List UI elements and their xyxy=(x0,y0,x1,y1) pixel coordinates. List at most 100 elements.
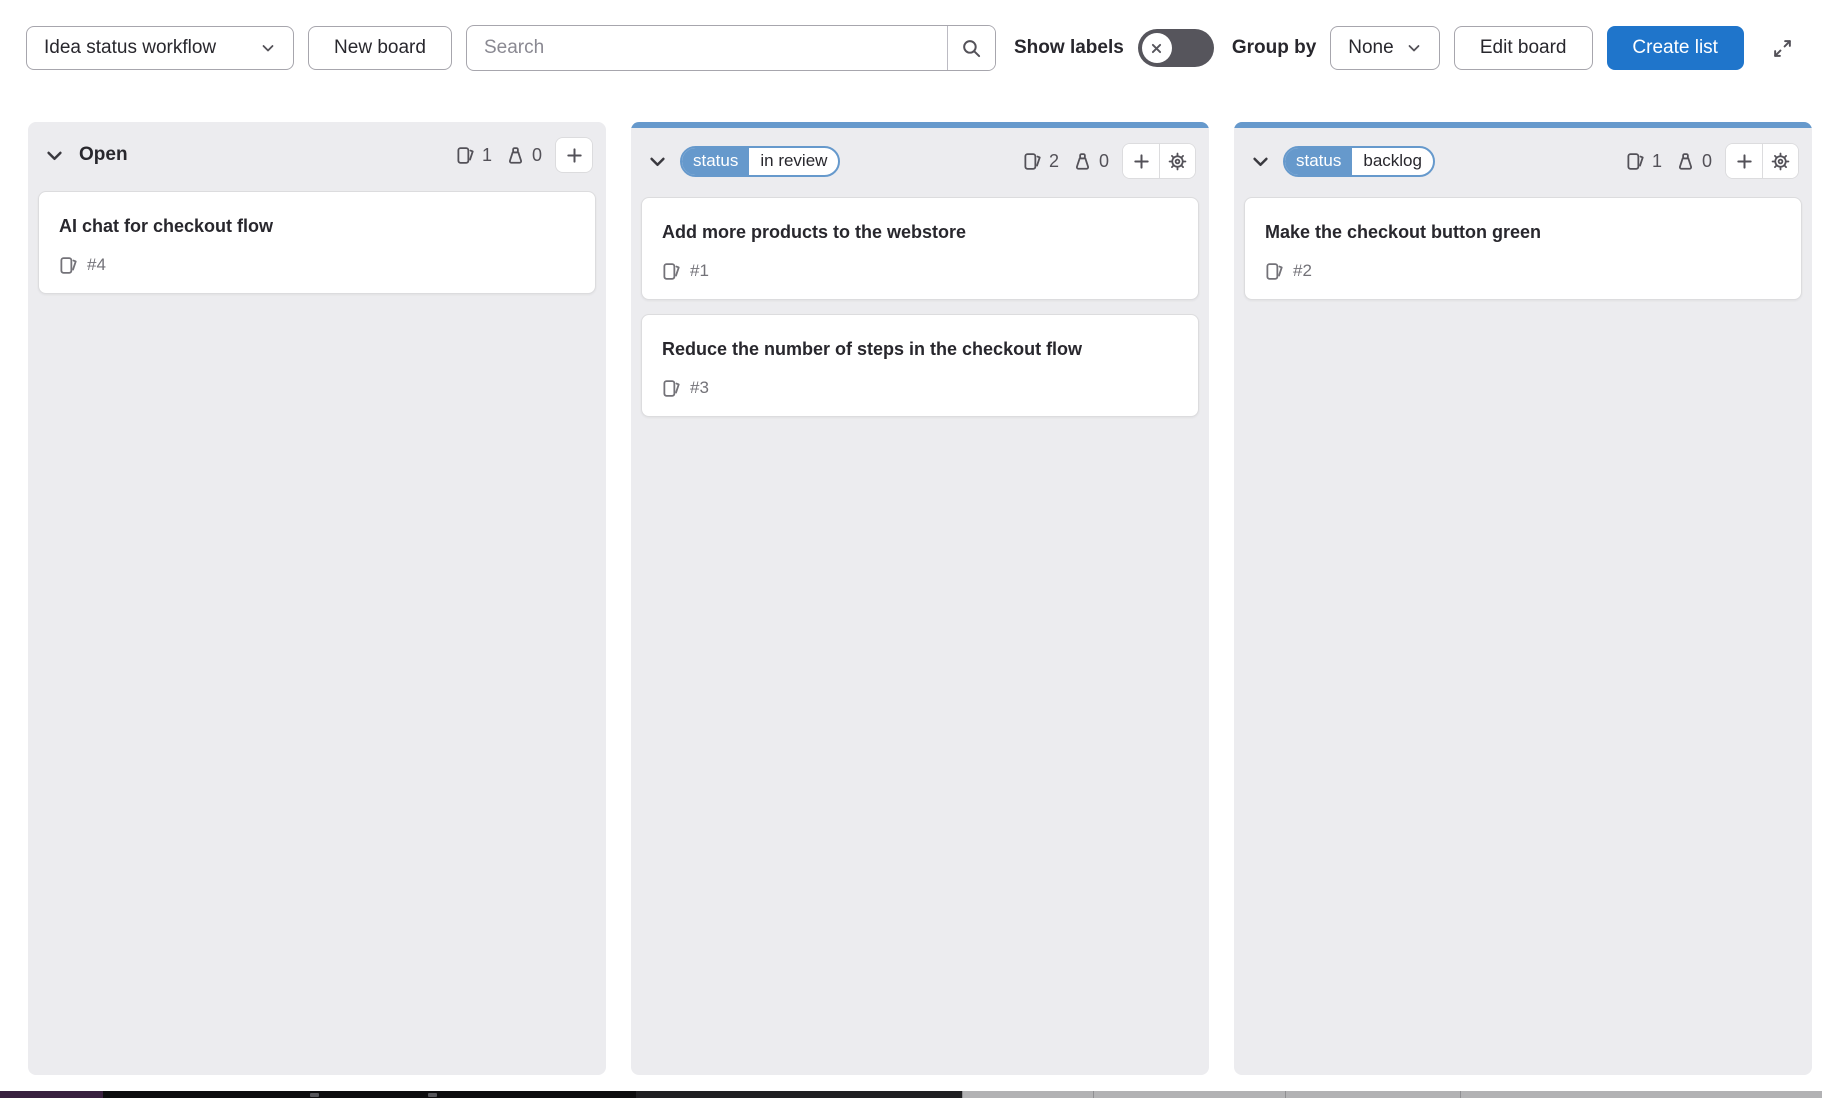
card-ref: #3 xyxy=(690,378,709,398)
column-header: status in review 2 0 xyxy=(631,128,1209,191)
new-board-button[interactable]: New board xyxy=(308,26,452,70)
card-meta: #2 xyxy=(1265,261,1781,281)
weight-count-group: 0 xyxy=(1676,151,1712,172)
issue-type-icon xyxy=(59,256,78,275)
taskbar-mark xyxy=(428,1093,437,1097)
edit-board-label: Edit board xyxy=(1480,37,1567,59)
plus-icon xyxy=(1735,152,1754,171)
plus-icon xyxy=(1132,152,1151,171)
add-issue-button[interactable] xyxy=(556,138,592,172)
board: Open 1 0 xyxy=(28,122,1822,1075)
card-title[interactable]: Add more products to the webstore xyxy=(662,219,1102,245)
issue-count: 1 xyxy=(1652,151,1662,172)
card-title[interactable]: Make the checkout button green xyxy=(1265,219,1705,245)
label-value: backlog xyxy=(1352,148,1433,175)
board-column: Open 1 0 xyxy=(28,122,606,1075)
issue-type-icon xyxy=(1265,262,1284,281)
issue-type-icon xyxy=(662,262,681,281)
card-list: Make the checkout button green #2 xyxy=(1234,191,1812,310)
list-actions-group xyxy=(1122,143,1196,179)
card[interactable]: Add more products to the webstore #1 xyxy=(641,197,1199,300)
card-ref: #1 xyxy=(690,261,709,281)
taskbar-separator xyxy=(1460,1091,1461,1098)
taskbar-strip xyxy=(0,1091,1822,1098)
card-title[interactable]: Reduce the number of steps in the checko… xyxy=(662,336,1102,362)
x-icon xyxy=(1148,40,1165,57)
chevron-down-icon xyxy=(1250,151,1271,172)
card-list: AI chat for checkout flow #4 xyxy=(28,185,606,304)
weight-count: 0 xyxy=(1099,151,1109,172)
issues-icon xyxy=(456,146,475,165)
search-icon xyxy=(961,38,982,59)
board-switcher-button[interactable]: Idea status workflow xyxy=(26,26,294,70)
board-toolbar: Idea status workflow New board Show labe… xyxy=(0,0,1822,96)
gear-icon xyxy=(1168,152,1187,171)
card[interactable]: AI chat for checkout flow #4 xyxy=(38,191,596,294)
weight-count-group: 0 xyxy=(506,145,542,166)
column-scoped-label[interactable]: status backlog xyxy=(1283,146,1435,177)
show-labels-toggle[interactable] xyxy=(1138,29,1214,67)
taskbar-mark xyxy=(310,1093,319,1097)
label-scope: status xyxy=(1285,148,1352,175)
issue-count: 2 xyxy=(1049,151,1059,172)
new-board-label: New board xyxy=(334,37,426,59)
issues-count-group: 1 xyxy=(456,145,492,166)
collapse-column-button[interactable] xyxy=(645,149,670,174)
toggle-knob xyxy=(1142,33,1172,63)
card-title[interactable]: AI chat for checkout flow xyxy=(59,213,499,239)
fullscreen-button[interactable] xyxy=(1768,34,1797,63)
card-ref: #2 xyxy=(1293,261,1312,281)
issue-type-icon xyxy=(662,379,681,398)
card-meta: #3 xyxy=(662,378,1178,398)
list-settings-button[interactable] xyxy=(1159,144,1195,178)
board-column: status backlog 1 0 xyxy=(1234,122,1812,1075)
issues-count-group: 2 xyxy=(1023,151,1059,172)
chevron-down-icon xyxy=(260,40,276,56)
list-actions-group xyxy=(1725,143,1799,179)
issues-icon xyxy=(1023,152,1042,171)
taskbar-separator xyxy=(1285,1091,1286,1098)
taskbar-separator xyxy=(1093,1091,1094,1098)
card-meta: #4 xyxy=(59,255,575,275)
show-labels-label: Show labels xyxy=(1014,37,1124,59)
column-header: Open 1 0 xyxy=(28,122,606,185)
weight-icon xyxy=(1073,152,1092,171)
create-list-button[interactable]: Create list xyxy=(1607,26,1744,70)
create-list-label: Create list xyxy=(1632,37,1718,58)
column-scoped-label[interactable]: status in review xyxy=(680,146,840,177)
column-title: Open xyxy=(79,144,128,166)
chevron-down-icon xyxy=(647,151,668,172)
taskbar-separator xyxy=(962,1091,963,1098)
chevron-down-icon xyxy=(44,145,65,166)
group-by-dropdown[interactable]: None xyxy=(1330,26,1439,70)
edit-board-button[interactable]: Edit board xyxy=(1454,26,1593,70)
weight-icon xyxy=(1676,152,1695,171)
weight-count-group: 0 xyxy=(1073,151,1109,172)
card[interactable]: Make the checkout button green #2 xyxy=(1244,197,1802,300)
add-issue-button[interactable] xyxy=(1726,144,1762,178)
label-scope: status xyxy=(682,148,749,175)
plus-icon xyxy=(565,146,584,165)
weight-count: 0 xyxy=(1702,151,1712,172)
weight-icon xyxy=(506,146,525,165)
label-value: in review xyxy=(749,148,838,175)
list-actions-group xyxy=(555,137,593,173)
chevron-down-icon xyxy=(1406,40,1422,56)
card[interactable]: Reduce the number of steps in the checko… xyxy=(641,314,1199,417)
search-button[interactable] xyxy=(947,26,995,70)
board-column: status in review 2 0 xyxy=(631,122,1209,1075)
card-list: Add more products to the webstore #1 Red… xyxy=(631,191,1209,427)
card-meta: #1 xyxy=(662,261,1178,281)
collapse-column-button[interactable] xyxy=(42,143,67,168)
list-settings-button[interactable] xyxy=(1762,144,1798,178)
group-by-value: None xyxy=(1348,37,1393,59)
add-issue-button[interactable] xyxy=(1123,144,1159,178)
issue-count: 1 xyxy=(482,145,492,166)
group-by-label: Group by xyxy=(1232,37,1316,59)
weight-count: 0 xyxy=(532,145,542,166)
collapse-column-button[interactable] xyxy=(1248,149,1273,174)
column-header: status backlog 1 0 xyxy=(1234,128,1812,191)
search-input[interactable] xyxy=(467,26,947,70)
search-group xyxy=(466,25,996,71)
board-switcher-label: Idea status workflow xyxy=(44,37,216,59)
